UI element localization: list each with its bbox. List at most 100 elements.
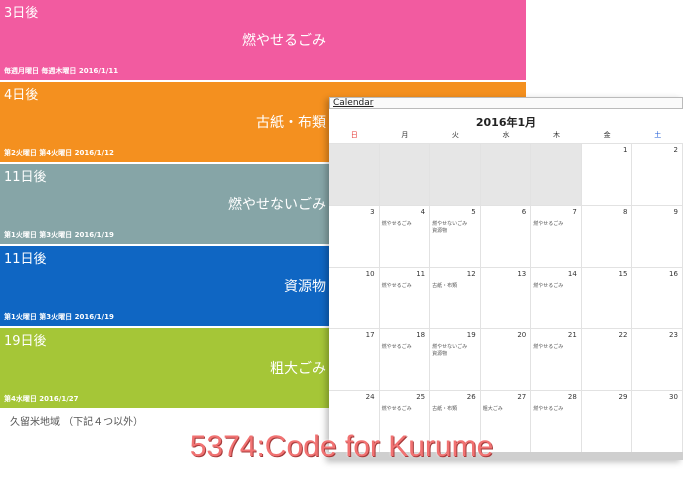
garbage-type-name: 古紙・布類 [256, 115, 326, 131]
day-number: 18 [416, 331, 426, 340]
calendar-grid: 1 2 3 4 燃やせるごみ 5 燃やせないごみ 資源物 6 7 燃やせるごみ 8 9 10 11 燃やせるご… [329, 143, 683, 460]
day-number: 9 [673, 207, 678, 216]
calendar-cell-empty [531, 143, 582, 205]
weekday-label: 金 [603, 131, 611, 139]
calendar-event: 燃やせないごみ [432, 220, 468, 227]
day-number: 26 [466, 393, 476, 402]
day-number: 23 [669, 331, 678, 340]
area-label: 久留米地域 （下記４つ以外） [10, 417, 144, 428]
calendar-day-cell[interactable]: 21 燃やせるごみ [531, 328, 582, 391]
calendar-day-cell[interactable]: 22 [581, 328, 633, 391]
calendar-cell-empty [480, 143, 532, 205]
day-number: 10 [365, 269, 375, 278]
schedule-text: 第1火曜日 第3火曜日 2016/1/19 [4, 313, 114, 321]
calendar-event: 古紙・布類 [432, 406, 458, 413]
calendar-month-title: 2016年1月 [475, 116, 537, 129]
calendar-cell-empty [329, 143, 380, 205]
calendar-day-cell[interactable]: 16 [632, 266, 683, 329]
calendar-day-cell[interactable]: 18 燃やせるごみ [379, 328, 431, 391]
calendar-day-cell[interactable]: 15 [581, 266, 633, 329]
calendar-event: 燃やせるごみ [533, 406, 564, 413]
garbage-type-name: 燃やせるごみ [242, 33, 326, 49]
calendar-day-cell[interactable]: 1 [581, 143, 633, 205]
calendar-header: Calendar [329, 97, 683, 109]
day-number: 8 [622, 207, 628, 216]
weekday-label: 水 [502, 131, 510, 139]
banner-text: 5374:Code for Kurume [189, 430, 494, 463]
calendar-day-cell[interactable]: 8 [581, 204, 633, 267]
day-number: 7 [572, 207, 577, 216]
day-number: 22 [618, 331, 628, 340]
days-until-label: 19日後 [4, 334, 47, 349]
day-number: 5 [471, 207, 476, 216]
calendar-day-cell[interactable]: 12 古紙・布類 [430, 266, 481, 329]
garbage-card-burnable[interactable]: 3日後 燃やせるごみ 毎週月曜日 毎週木曜日 2016/1/11 [0, 0, 526, 80]
day-number: 28 [567, 393, 577, 402]
calendar-event: 燃やせるごみ [381, 344, 412, 351]
day-number: 12 [466, 269, 476, 278]
calendar-day-cell[interactable]: 14 燃やせるごみ [531, 266, 582, 329]
day-number: 3 [370, 207, 375, 216]
days-until-label: 11日後 [4, 170, 47, 185]
calendar-event: 資源物 [432, 351, 448, 358]
day-number: 27 [517, 393, 527, 402]
calendar-day-cell[interactable]: 2 [632, 143, 683, 205]
day-number: 17 [365, 331, 375, 340]
schedule-text: 第1火曜日 第3火曜日 2016/1/19 [4, 231, 114, 239]
garbage-type-name: 資源物 [284, 279, 326, 295]
calendar-event: 燃やせるごみ [533, 282, 564, 289]
calendar-day-cell[interactable]: 23 [632, 328, 683, 391]
day-number: 1 [622, 146, 628, 154]
calendar-day-cell[interactable]: 9 [632, 204, 683, 267]
day-number: 16 [669, 269, 678, 278]
day-number: 21 [567, 331, 577, 340]
days-until-label: 11日後 [4, 252, 47, 267]
day-number: 14 [567, 269, 577, 278]
weekday-label: 木 [553, 131, 561, 139]
day-number: 15 [618, 269, 628, 278]
day-number: 24 [365, 393, 375, 402]
calendar-cell-empty [430, 143, 481, 205]
weekday-label: 火 [451, 131, 459, 139]
day-number: 4 [420, 207, 426, 216]
weekday-label: 日 [350, 131, 358, 139]
day-number: 29 [618, 393, 628, 402]
calendar-event: 資源物 [432, 227, 448, 234]
calendar-link[interactable]: Calendar [333, 98, 373, 108]
days-until-label: 4日後 [4, 88, 39, 103]
garbage-type-name: 粗大ごみ [270, 361, 326, 377]
calendar-event: 燃やせるごみ [381, 220, 412, 227]
calendar-day-cell[interactable]: 6 [480, 204, 532, 267]
calendar-event: 燃やせるごみ [533, 344, 564, 351]
calendar-event: 古紙・布類 [432, 282, 458, 289]
days-until-label: 3日後 [4, 6, 39, 21]
calendar-day-cell[interactable]: 19 燃やせないごみ 資源物 [430, 328, 481, 391]
calendar-day-cell[interactable]: 11 燃やせるごみ [379, 266, 431, 329]
weekday-header-row: 日月火水木金土 [329, 130, 683, 142]
calendar-event: 燃やせないごみ [432, 344, 468, 351]
calendar-day-cell[interactable]: 7 燃やせるごみ [531, 204, 582, 267]
calendar-day-cell[interactable]: 13 [480, 266, 532, 329]
calendar-panel: Calendar 2016年1月 日月火水木金土 1 2 3 4 燃やせるごみ 5 燃やせな… [329, 97, 683, 460]
day-number: 13 [517, 269, 527, 278]
calendar-day-cell[interactable]: 3 [329, 204, 380, 267]
weekday-label: 月 [401, 131, 409, 139]
day-number: 2 [673, 146, 678, 154]
calendar-event: 燃やせるごみ [533, 220, 564, 227]
day-number: 30 [669, 393, 678, 402]
calendar-day-cell[interactable]: 5 燃やせないごみ 資源物 [430, 204, 481, 267]
schedule-text: 第2火曜日 第4火曜日 2016/1/12 [4, 149, 114, 157]
day-number: 6 [521, 207, 527, 216]
schedule-text: 第4水曜日 2016/1/27 [4, 395, 79, 403]
day-number: 19 [466, 331, 476, 340]
day-number: 25 [416, 393, 426, 402]
schedule-text: 毎週月曜日 毎週木曜日 2016/1/11 [4, 67, 119, 75]
calendar-day-cell[interactable]: 10 [329, 266, 380, 329]
calendar-day-cell[interactable]: 4 燃やせるごみ [379, 204, 431, 267]
calendar-day-cell[interactable]: 17 [329, 328, 380, 391]
calendar-cell-empty [379, 143, 431, 205]
day-number: 20 [517, 331, 527, 340]
calendar-event: 燃やせるごみ [381, 282, 412, 289]
calendar-day-cell[interactable]: 20 [480, 328, 532, 391]
calendar-event: 粗大ごみ [482, 406, 503, 413]
